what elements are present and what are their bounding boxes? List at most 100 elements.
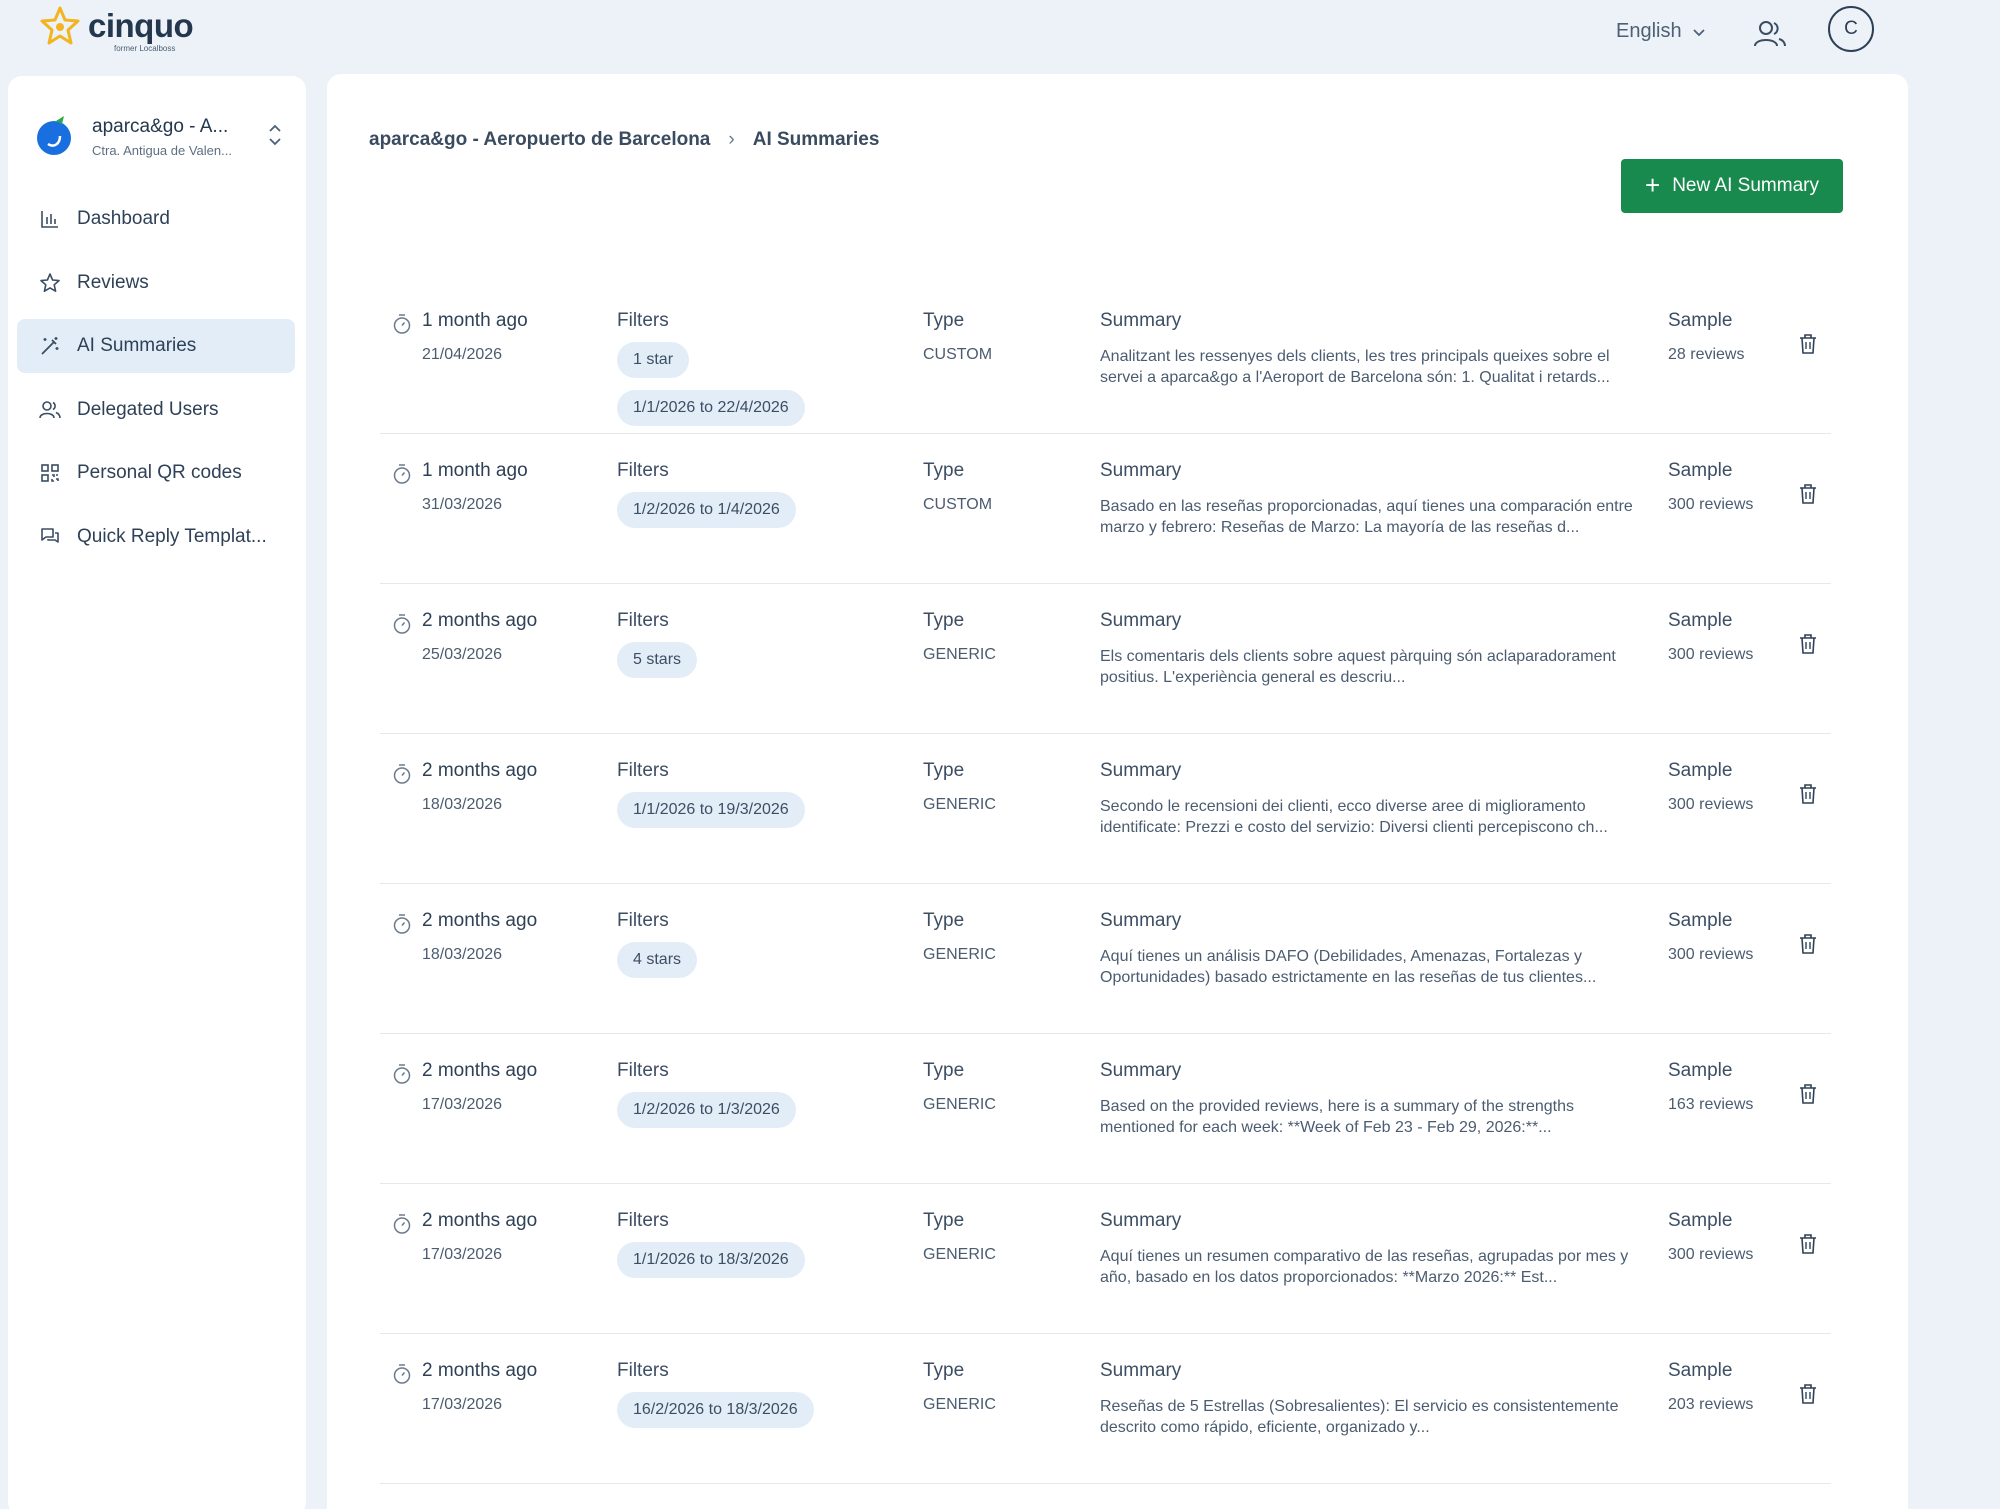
sample-label: Sample xyxy=(1668,310,1733,331)
filters-label: Filters xyxy=(617,1360,669,1381)
language-selector[interactable]: English xyxy=(1616,20,1706,43)
summary-date: 17/03/2026 xyxy=(422,1396,503,1413)
sidebar-item-quick-reply-templates[interactable]: Quick Reply Templat... xyxy=(17,510,295,564)
trash-icon[interactable] xyxy=(1798,782,1818,806)
sample-value: 203 reviews xyxy=(1668,1396,1754,1413)
filters-label: Filters xyxy=(617,1210,669,1231)
sidebar-item-ai-summaries[interactable]: AI Summaries xyxy=(17,319,295,373)
summary-row[interactable]: 2 months ago 18/03/2026 Filters 4 stars Type… xyxy=(380,884,1831,1034)
summary-row[interactable]: 2 months ago 17/03/2026 Filters 1/2/2026 to… xyxy=(380,1034,1831,1184)
summary-text[interactable]: Reseñas de 5 Estrellas (Sobresalientes):… xyxy=(1100,1396,1640,1438)
breadcrumb: aparca&go - Aeropuerto de Barcelona › AI… xyxy=(369,129,879,151)
sidebar-item-qr-codes[interactable]: Personal QR codes xyxy=(17,446,295,500)
timer-icon xyxy=(393,1214,411,1234)
breadcrumb-parent[interactable]: aparca&go - Aeropuerto de Barcelona xyxy=(369,129,710,151)
trash-icon[interactable] xyxy=(1798,1382,1818,1406)
filter-chips: 1 star 1/1/2026 to 22/4/2026 xyxy=(617,342,805,426)
summary-label: Summary xyxy=(1100,1060,1182,1081)
brand-name: cinquo xyxy=(88,7,194,44)
sample-label: Sample xyxy=(1668,1360,1733,1381)
type-label: Type xyxy=(923,760,965,781)
summary-row[interactable]: 1 month ago 31/03/2026 Filters 1/2/2026 to … xyxy=(380,434,1831,584)
location-switcher[interactable]: aparca&go - A... Ctra. Antigua de Valen.… xyxy=(34,112,294,172)
timer-icon xyxy=(393,314,411,334)
summary-row[interactable]: 2 months ago 17/03/2026 Filters 16/2/2026 t… xyxy=(380,1334,1831,1484)
type-label: Type xyxy=(923,460,965,481)
sample-value: 300 reviews xyxy=(1668,796,1754,813)
users-icon[interactable] xyxy=(1752,16,1788,52)
summary-text[interactable]: Analitzant les ressenyes dels clients, l… xyxy=(1100,346,1640,388)
brand-logo[interactable]: cinquo former Localboss xyxy=(38,4,194,53)
qr-code-icon xyxy=(41,464,59,482)
type-value: GENERIC xyxy=(923,1096,996,1113)
summary-date: 21/04/2026 xyxy=(422,346,503,363)
sample-label: Sample xyxy=(1668,460,1733,481)
sample-label: Sample xyxy=(1668,910,1733,931)
type-value: GENERIC xyxy=(923,796,996,813)
summary-text[interactable]: Els comentaris dels clients sobre aquest… xyxy=(1100,646,1640,688)
star-icon xyxy=(40,272,60,292)
new-ai-summary-button[interactable]: + New AI Summary xyxy=(1621,159,1843,213)
summary-text[interactable]: Based on the provided reviews, here is a… xyxy=(1100,1096,1640,1138)
magic-wand-icon xyxy=(41,337,59,355)
filter-chip: 1/1/2026 to 19/3/2026 xyxy=(617,792,805,828)
relative-time: 2 months ago xyxy=(422,760,538,781)
summary-text[interactable]: Aquí tienes un resumen comparativo de la… xyxy=(1100,1246,1640,1288)
type-label: Type xyxy=(923,310,965,331)
sample-label: Sample xyxy=(1668,760,1733,781)
relative-time: 1 month ago xyxy=(422,460,528,481)
plus-icon: + xyxy=(1645,170,1661,200)
summary-text[interactable]: Basado en las reseñas proporcionadas, aq… xyxy=(1100,496,1640,538)
filter-chip: 4 stars xyxy=(617,942,698,978)
sample-value: 300 reviews xyxy=(1668,646,1754,663)
filter-chip: 1 star xyxy=(617,342,690,378)
sidebar-item-reviews[interactable]: Reviews xyxy=(17,256,295,310)
sidebar-item-delegated-users[interactable]: Delegated Users xyxy=(17,383,295,437)
filters-label: Filters xyxy=(617,910,669,931)
trash-icon[interactable] xyxy=(1798,1232,1818,1256)
sample-label: Sample xyxy=(1668,610,1733,631)
sidebar-nav: Dashboard Reviews AI Summaries Delegated… xyxy=(17,192,295,573)
users-icon xyxy=(39,400,61,418)
trash-icon[interactable] xyxy=(1798,1082,1818,1106)
timer-icon xyxy=(393,614,411,634)
type-value: GENERIC xyxy=(923,1246,996,1263)
user-avatar[interactable]: C xyxy=(1828,6,1874,52)
filter-chips: 4 stars xyxy=(617,942,698,978)
type-value: GENERIC xyxy=(923,1396,996,1413)
summary-label: Summary xyxy=(1100,460,1182,481)
chevron-right-icon: › xyxy=(728,129,735,150)
sample-label: Sample xyxy=(1668,1210,1733,1231)
summary-row[interactable]: 1 month ago 21/04/2026 Filters 1 star 1/1/20… xyxy=(380,284,1831,434)
timer-icon xyxy=(393,464,411,484)
location-name: aparca&go - A... xyxy=(92,116,229,137)
trash-icon[interactable] xyxy=(1798,932,1818,956)
timer-icon xyxy=(393,914,411,934)
summary-label: Summary xyxy=(1100,610,1182,631)
summary-text[interactable]: Aquí tienes un análisis DAFO (Debilidade… xyxy=(1100,946,1640,988)
type-value: CUSTOM xyxy=(923,346,993,363)
filters-label: Filters xyxy=(617,1060,669,1081)
summary-row[interactable]: 2 months ago 18/03/2026 Filters 1/1/2026 to… xyxy=(380,734,1831,884)
language-label: English xyxy=(1616,20,1682,42)
type-value: GENERIC xyxy=(923,646,996,663)
summary-label: Summary xyxy=(1100,1210,1182,1231)
trash-icon[interactable] xyxy=(1798,332,1818,356)
sidebar-item-label: AI Summaries xyxy=(77,335,197,356)
sidebar-item-dashboard[interactable]: Dashboard xyxy=(17,192,295,246)
chevron-up-down-icon xyxy=(269,124,281,146)
trash-icon[interactable] xyxy=(1798,632,1818,656)
summary-row[interactable]: 2 months ago 17/03/2026 Filters 1/1/2026 to… xyxy=(380,1184,1831,1334)
summary-text[interactable]: Secondo le recensioni dei clienti, ecco … xyxy=(1100,796,1640,838)
sample-label: Sample xyxy=(1668,1060,1733,1081)
summary-list: 1 month ago 21/04/2026 Filters 1 star 1/1/20… xyxy=(380,284,1831,1484)
sample-value: 28 reviews xyxy=(1668,346,1745,363)
sample-value: 300 reviews xyxy=(1668,496,1754,513)
summary-date: 18/03/2026 xyxy=(422,796,503,813)
filters-label: Filters xyxy=(617,310,669,331)
trash-icon[interactable] xyxy=(1798,482,1818,506)
summary-row[interactable]: 2 months ago 25/03/2026 Filters 5 stars Type… xyxy=(380,584,1831,734)
summary-label: Summary xyxy=(1100,1360,1182,1381)
filter-chip: 16/2/2026 to 18/3/2026 xyxy=(617,1392,814,1428)
relative-time: 1 month ago xyxy=(422,310,528,331)
